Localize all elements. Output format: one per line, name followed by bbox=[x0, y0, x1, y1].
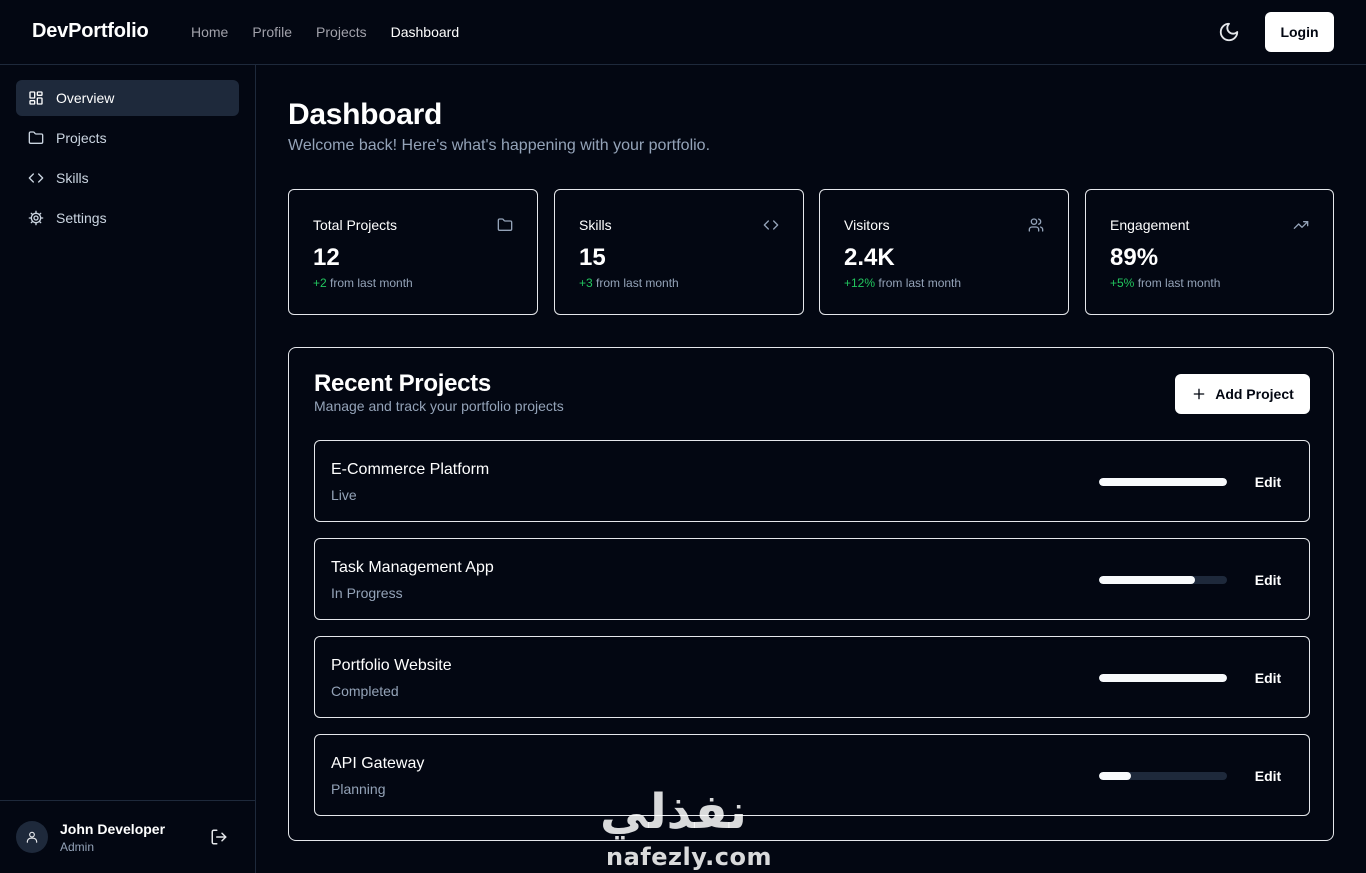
page-subtitle: Welcome back! Here's what's happening wi… bbox=[288, 137, 711, 154]
sidebar-item-label: Settings bbox=[56, 210, 107, 226]
add-project-button[interactable]: Add Project bbox=[1175, 374, 1310, 414]
project-progress-bar bbox=[1099, 674, 1227, 682]
code-icon bbox=[763, 220, 779, 230]
recent-projects-subtitle: Manage and track your portfolio projects bbox=[314, 398, 564, 414]
stat-card-visitors: Visitors 2.4K +12% from last month bbox=[819, 189, 1069, 315]
user-icon bbox=[26, 831, 38, 843]
moon-icon bbox=[1219, 22, 1239, 42]
project-progress-fill bbox=[1099, 674, 1227, 682]
stat-label: Skills bbox=[579, 217, 612, 233]
add-project-label: Add Project bbox=[1215, 386, 1294, 402]
sidebar-item-label: Projects bbox=[56, 130, 107, 146]
sidebar-item-label: Overview bbox=[56, 90, 115, 106]
recent-projects-card: Recent Projects Manage and track your po… bbox=[288, 347, 1334, 841]
page-title: Dashboard bbox=[288, 98, 442, 131]
project-name: Portfolio Website bbox=[331, 657, 452, 674]
sidebar-item-skills[interactable]: Skills bbox=[16, 160, 239, 196]
trending-up-icon bbox=[1293, 221, 1309, 229]
top-navbar: DevPortfolio Home Profile Projects Dashb… bbox=[0, 0, 1366, 65]
stat-change-suffix: from last month bbox=[330, 276, 413, 290]
edit-project-button[interactable]: Edit bbox=[1243, 467, 1293, 497]
stat-change-delta: +12% bbox=[844, 276, 876, 290]
stat-card-total-projects: Total Projects 12 +2 from last month bbox=[288, 189, 538, 315]
edit-project-button[interactable]: Edit bbox=[1243, 663, 1293, 693]
users-icon bbox=[1028, 218, 1044, 232]
theme-toggle-button[interactable] bbox=[1218, 21, 1240, 43]
sidebar-item-label: Skills bbox=[56, 170, 89, 186]
folder-icon bbox=[497, 218, 513, 231]
stat-change: +3 from last month bbox=[579, 276, 679, 290]
stat-value: 15 bbox=[579, 244, 606, 271]
project-row: Portfolio Website Completed Edit bbox=[314, 636, 1310, 718]
sidebar-item-projects[interactable]: Projects bbox=[16, 120, 239, 156]
stat-value: 2.4K bbox=[844, 244, 895, 271]
project-status: Planning bbox=[331, 781, 386, 797]
code-icon bbox=[28, 173, 44, 183]
stat-change: +2 from last month bbox=[313, 276, 413, 290]
logout-button[interactable] bbox=[210, 828, 228, 846]
project-name: Task Management App bbox=[331, 559, 494, 576]
user-name: John Developer bbox=[60, 821, 166, 837]
project-status: Live bbox=[331, 487, 357, 503]
edit-project-button[interactable]: Edit bbox=[1243, 565, 1293, 595]
stat-change: +12% from last month bbox=[844, 276, 961, 290]
logout-icon bbox=[211, 829, 227, 845]
stat-label: Engagement bbox=[1110, 217, 1190, 233]
stat-card-skills: Skills 15 +3 from last month bbox=[554, 189, 804, 315]
stat-change-suffix: from last month bbox=[596, 276, 679, 290]
stat-label: Visitors bbox=[844, 217, 890, 233]
stat-change-delta: +2 bbox=[313, 276, 327, 290]
project-progress-fill bbox=[1099, 478, 1227, 486]
main-nav: Home Profile Projects Dashboard bbox=[191, 24, 459, 40]
user-panel: John Developer Admin bbox=[0, 800, 255, 873]
project-status: Completed bbox=[331, 683, 399, 699]
project-row: Task Management App In Progress Edit bbox=[314, 538, 1310, 620]
stat-change-delta: +5% bbox=[1110, 276, 1135, 290]
nav-link-projects[interactable]: Projects bbox=[316, 24, 367, 40]
brand-logo[interactable]: DevPortfolio bbox=[32, 20, 149, 43]
project-progress-bar bbox=[1099, 772, 1227, 780]
nav-link-dashboard[interactable]: Dashboard bbox=[391, 24, 460, 40]
edit-project-button[interactable]: Edit bbox=[1243, 761, 1293, 791]
user-role: Admin bbox=[60, 840, 95, 854]
sidebar: Overview Projects Skills Settings John D… bbox=[0, 65, 256, 873]
avatar[interactable] bbox=[16, 821, 48, 853]
sidebar-item-overview[interactable]: Overview bbox=[16, 80, 239, 116]
gear-icon bbox=[28, 210, 44, 226]
login-button[interactable]: Login bbox=[1265, 12, 1334, 52]
stat-change-suffix: from last month bbox=[878, 276, 962, 290]
stat-change-suffix: from last month bbox=[1137, 276, 1221, 290]
nav-link-profile[interactable]: Profile bbox=[252, 24, 292, 40]
recent-projects-title: Recent Projects bbox=[314, 370, 491, 397]
sidebar-item-settings[interactable]: Settings bbox=[16, 200, 239, 236]
stat-change: +5% from last month bbox=[1110, 276, 1220, 290]
project-progress-bar bbox=[1099, 478, 1227, 486]
project-name: E-Commerce Platform bbox=[331, 461, 490, 478]
stat-change-delta: +3 bbox=[579, 276, 593, 290]
project-progress-fill bbox=[1099, 772, 1131, 780]
project-name: API Gateway bbox=[331, 755, 425, 772]
project-progress-fill bbox=[1099, 576, 1195, 584]
project-row: API Gateway Planning Edit bbox=[314, 734, 1310, 816]
stat-value: 12 bbox=[313, 244, 340, 271]
stat-card-engagement: Engagement 89% +5% from last month bbox=[1085, 189, 1334, 315]
watermark-latin: nafezly.com bbox=[606, 843, 772, 871]
project-progress-bar bbox=[1099, 576, 1227, 584]
project-row: E-Commerce Platform Live Edit bbox=[314, 440, 1310, 522]
stat-value: 89% bbox=[1110, 244, 1159, 271]
grid-icon bbox=[29, 91, 43, 105]
project-status: In Progress bbox=[331, 585, 403, 601]
nav-link-home[interactable]: Home bbox=[191, 24, 228, 40]
folder-icon bbox=[28, 131, 44, 144]
stat-label: Total Projects bbox=[313, 217, 398, 233]
plus-icon bbox=[1193, 388, 1205, 400]
